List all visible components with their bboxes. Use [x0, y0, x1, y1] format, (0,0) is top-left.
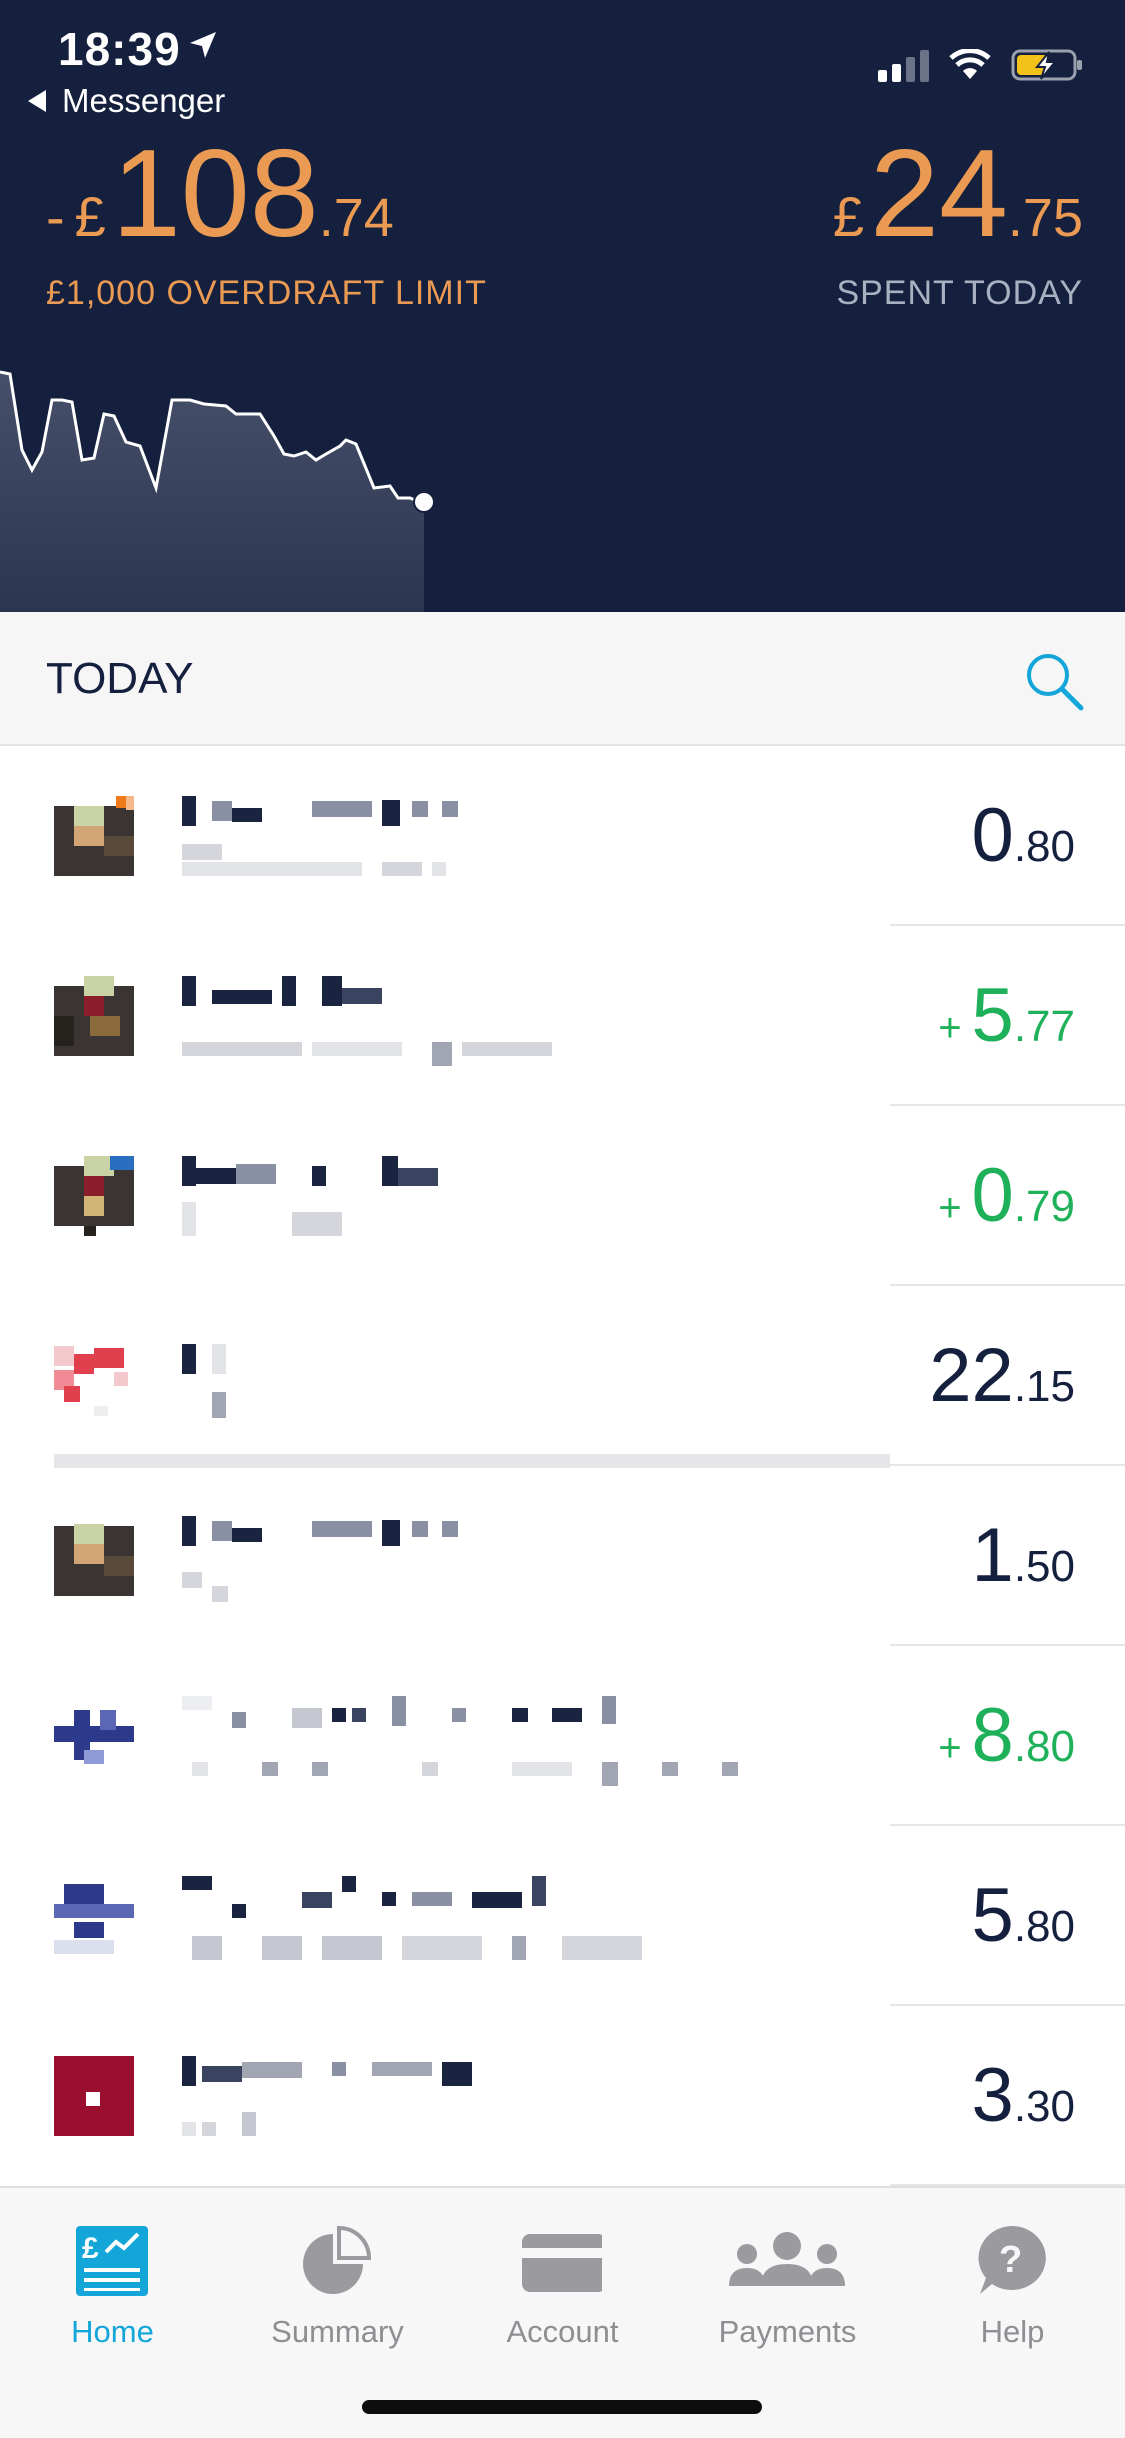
redacted-merchant-text — [182, 796, 458, 876]
tab-label: Home — [71, 2314, 154, 2349]
amount-plus-sign: + — [938, 1186, 962, 1230]
transaction-row[interactable]: 22 .15 — [0, 1286, 1125, 1466]
amount-fraction: .80 — [1013, 822, 1075, 871]
transaction-row[interactable]: 1 .50 — [0, 1466, 1125, 1646]
transaction-amount: 3 .30 — [962, 2058, 1075, 2134]
amount-whole: 5 — [971, 1873, 1014, 1958]
help-bubble-icon: ? — [978, 2226, 1046, 2294]
balance-sign: - — [46, 185, 65, 248]
tab-summary[interactable]: Summary — [225, 2208, 450, 2358]
amount-whole: 1 — [971, 1513, 1014, 1598]
redacted-merchant-text — [182, 1156, 438, 1236]
people-icon — [729, 2232, 845, 2286]
wifi-icon — [949, 49, 991, 79]
tab-home[interactable]: £ Home — [0, 2208, 225, 2358]
current-balance-marker — [413, 491, 435, 513]
amount-whole: 0 — [971, 1153, 1014, 1238]
tab-label: Payments — [718, 2314, 857, 2349]
search-icon[interactable] — [1021, 648, 1087, 714]
tab-label: Summary — [271, 2314, 404, 2349]
transaction-row[interactable]: 0 .80 — [0, 746, 1125, 926]
redacted-merchant-text — [182, 976, 552, 1066]
amount-whole: 0 — [971, 793, 1014, 878]
transaction-amount: + 5 .77 — [938, 978, 1075, 1054]
transaction-amount: + 0 .79 — [938, 1158, 1075, 1234]
battery-charging-icon — [1011, 49, 1082, 81]
account-balance: - £ 108 .74 — [46, 132, 394, 256]
amount-fraction: .50 — [1013, 1542, 1075, 1591]
balance-currency: £ — [74, 185, 106, 248]
transaction-amount: 5 .80 — [962, 1878, 1075, 1954]
status-icons — [878, 48, 1085, 82]
transaction-amount: + 8 .80 — [938, 1698, 1075, 1774]
cellular-signal-icon — [878, 48, 929, 82]
home-indicator[interactable] — [362, 2400, 762, 2414]
tab-account[interactable]: Account — [450, 2208, 675, 2358]
balance-fraction: .74 — [318, 188, 394, 248]
location-arrow-icon — [190, 32, 216, 58]
transaction-amount: 22 .15 — [919, 1338, 1075, 1414]
amount-plus-sign: + — [938, 1726, 962, 1770]
back-triangle-icon — [28, 90, 46, 112]
back-link-label: Messenger — [62, 82, 226, 119]
transaction-row[interactable]: 5 .80 — [0, 1826, 1125, 2006]
today-heading: TODAY — [46, 654, 194, 703]
amount-fraction: .80 — [1013, 1722, 1075, 1771]
merchant-avatar-icon — [54, 1884, 134, 1954]
transaction-row[interactable]: + 5 .77 — [0, 926, 1125, 1106]
spent-today-amount: £ 24 .75 — [833, 132, 1083, 256]
redacted-merchant-text — [182, 1516, 458, 1602]
amount-whole: 22 — [929, 1333, 1014, 1418]
transaction-row[interactable]: + 8 .80 — [0, 1646, 1125, 1826]
merchant-avatar-icon — [54, 1346, 128, 1416]
balance-history-chart[interactable] — [0, 330, 1125, 612]
balance-header: 18:39 Messenger - £ 108 .74 £1,000 OVERD… — [0, 0, 1125, 612]
tab-label: Help — [980, 2314, 1045, 2349]
amount-fraction: .15 — [1013, 1362, 1075, 1411]
balance-chart-area — [0, 372, 424, 612]
spent-fraction: .75 — [1007, 188, 1083, 248]
status-time: 18:39 — [58, 23, 181, 75]
merchant-avatar-icon — [54, 976, 134, 1056]
svg-text:?: ? — [999, 2239, 1022, 2281]
amount-fraction: .79 — [1013, 1182, 1075, 1231]
amount-fraction: .77 — [1013, 1002, 1075, 1051]
amount-fraction: .80 — [1013, 1902, 1075, 1951]
amount-whole: 3 — [971, 2053, 1014, 2138]
spent-whole: 24 — [869, 125, 1008, 263]
overdraft-limit-label: £1,000 OVERDRAFT LIMIT — [46, 274, 487, 312]
transaction-row[interactable]: 3 .30 — [0, 2006, 1125, 2186]
redacted-merchant-text — [182, 1696, 738, 1786]
back-to-messenger-link[interactable]: Messenger — [28, 82, 225, 120]
merchant-avatar-icon — [54, 1156, 134, 1236]
tab-help[interactable]: ? Help — [900, 2208, 1125, 2358]
tab-label: Account — [506, 2314, 619, 2349]
pie-chart-icon — [303, 2225, 372, 2294]
merchant-avatar-icon — [54, 2056, 134, 2136]
card-icon — [522, 2234, 602, 2292]
redacted-merchant-text — [182, 2056, 472, 2136]
amount-whole: 5 — [971, 973, 1014, 1058]
transaction-amount: 1 .50 — [962, 1518, 1075, 1594]
spent-today-label: SPENT TODAY — [836, 274, 1083, 312]
today-section-header: TODAY — [0, 612, 1125, 746]
spent-currency: £ — [832, 185, 864, 248]
tab-payments[interactable]: Payments — [675, 2208, 900, 2358]
amount-plus-sign: + — [938, 1006, 962, 1050]
merchant-avatar-icon — [54, 796, 134, 876]
transaction-list: 0 .80 + 5 .77 + 0 .79 22 .15 1 .50 + 8 .… — [0, 746, 1125, 2186]
redacted-merchant-text — [182, 1344, 226, 1418]
merchant-avatar-icon — [54, 1710, 134, 1764]
svg-text:£: £ — [82, 2232, 99, 2265]
balance-whole: 108 — [111, 125, 319, 263]
redacted-merchant-text — [182, 1876, 642, 1960]
merchant-avatar-icon — [54, 1524, 134, 1596]
home-pound-icon: £ — [76, 2226, 148, 2296]
transaction-row[interactable]: + 0 .79 — [0, 1106, 1125, 1286]
transaction-amount: 0 .80 — [962, 798, 1075, 874]
amount-whole: 8 — [971, 1693, 1014, 1778]
amount-fraction: .30 — [1013, 2082, 1075, 2131]
